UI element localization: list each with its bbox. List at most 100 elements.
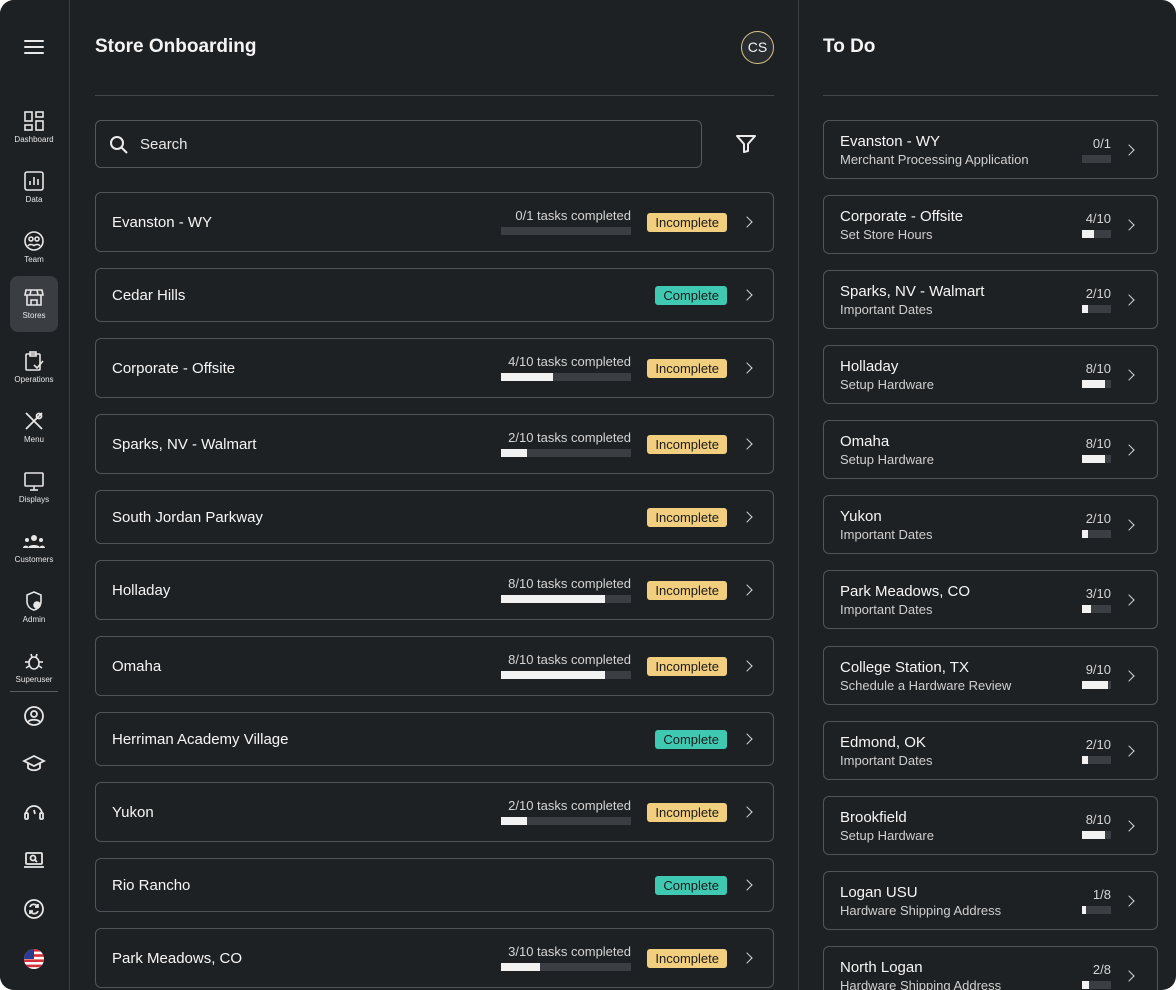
store-card[interactable]: Herriman Academy Village Complete bbox=[95, 712, 774, 766]
todo-item[interactable]: Evanston - WY Merchant Processing Applic… bbox=[823, 120, 1158, 179]
todo-task-name: Set Store Hours bbox=[840, 227, 933, 242]
store-name: Park Meadows, CO bbox=[112, 950, 243, 967]
chevron-right-icon bbox=[1123, 745, 1135, 757]
clipboard-check-icon bbox=[25, 351, 44, 371]
progress-fill bbox=[1082, 981, 1090, 989]
task-count-text: 8/10 tasks completed bbox=[508, 652, 631, 667]
search-input[interactable] bbox=[140, 131, 680, 157]
todo-count: 2/10 bbox=[1085, 737, 1111, 752]
todo-task-name: Schedule a Hardware Review bbox=[840, 678, 1012, 693]
sync-icon[interactable] bbox=[22, 897, 46, 921]
store-card[interactable]: Holladay 8/10 tasks completed Incomplete bbox=[95, 560, 774, 620]
status-badge: Complete bbox=[655, 730, 727, 749]
store-card[interactable]: Rio Rancho Complete bbox=[95, 858, 774, 912]
support-headset-icon[interactable] bbox=[22, 800, 46, 824]
header-divider bbox=[95, 95, 774, 96]
todo-task-name: Merchant Processing Application bbox=[840, 152, 1029, 167]
todo-item[interactable]: Edmond, OK Important Dates 2/10 bbox=[823, 721, 1158, 780]
progress-bar bbox=[1082, 305, 1111, 313]
progress-bar bbox=[1082, 756, 1111, 764]
todo-count: 9/10 bbox=[1085, 662, 1111, 677]
progress-bar bbox=[501, 817, 631, 825]
sidebar-item-superuser[interactable]: Superuser bbox=[10, 640, 58, 696]
progress-bar bbox=[1082, 380, 1111, 388]
chevron-right-icon bbox=[1123, 144, 1135, 156]
todo-item[interactable]: Sparks, NV - Walmart Important Dates 2/1… bbox=[823, 270, 1158, 329]
store-card[interactable]: Evanston - WY 0/1 tasks completed Incomp… bbox=[95, 192, 774, 252]
todo-task-name: Important Dates bbox=[840, 753, 933, 768]
chevron-right-icon bbox=[1123, 594, 1135, 606]
progress-fill bbox=[1082, 681, 1109, 689]
store-card[interactable]: Park Meadows, CO 3/10 tasks completed In… bbox=[95, 928, 774, 988]
task-count-text: 3/10 tasks completed bbox=[508, 944, 631, 959]
chevron-right-icon bbox=[1123, 670, 1135, 682]
todo-item[interactable]: Brookfield Setup Hardware 8/10 bbox=[823, 796, 1158, 855]
todo-count: 8/10 bbox=[1085, 812, 1111, 827]
todo-item[interactable]: North Logan Hardware Shipping Address 2/… bbox=[823, 946, 1158, 990]
sidebar-item-menu[interactable]: Menu bbox=[10, 400, 58, 456]
store-card[interactable]: Cedar Hills Complete bbox=[95, 268, 774, 322]
todo-count: 4/10 bbox=[1085, 211, 1111, 226]
progress-bar bbox=[1082, 530, 1111, 538]
todo-task-name: Setup Hardware bbox=[840, 377, 934, 392]
chevron-right-icon bbox=[741, 660, 753, 672]
store-name: Cedar Hills bbox=[112, 287, 186, 304]
sidebar-item-admin[interactable]: Admin bbox=[10, 580, 58, 636]
progress-bar bbox=[501, 373, 631, 381]
store-card[interactable]: Sparks, NV - Walmart 2/10 tasks complete… bbox=[95, 414, 774, 474]
progress-bar bbox=[501, 595, 631, 603]
sidebar-item-label: Stores bbox=[22, 311, 46, 320]
chevron-right-icon bbox=[741, 289, 753, 301]
sidebar-item-label: Menu bbox=[23, 435, 44, 444]
graduation-cap-icon[interactable] bbox=[22, 752, 46, 776]
store-name: Sparks, NV - Walmart bbox=[112, 436, 257, 453]
todo-item[interactable]: Holladay Setup Hardware 8/10 bbox=[823, 345, 1158, 404]
progress-fill bbox=[501, 817, 527, 825]
sidebar-item-team[interactable]: Team bbox=[10, 220, 58, 276]
todo-task-name: Important Dates bbox=[840, 602, 933, 617]
store-name: Herriman Academy Village bbox=[112, 731, 289, 748]
todo-item[interactable]: Omaha Setup Hardware 8/10 bbox=[823, 420, 1158, 479]
todo-task-name: Important Dates bbox=[840, 527, 933, 542]
sidebar-item-dashboard[interactable]: Dashboard bbox=[10, 100, 58, 156]
avatar[interactable]: CS bbox=[741, 31, 774, 64]
hamburger-icon[interactable] bbox=[24, 40, 44, 54]
laptop-icon[interactable] bbox=[22, 848, 46, 872]
sidebar-item-operations[interactable]: Operations bbox=[10, 340, 58, 396]
todo-store-name: Evanston - WY bbox=[840, 133, 941, 150]
store-card[interactable]: Yukon 2/10 tasks completed Incomplete bbox=[95, 782, 774, 842]
store-name: Omaha bbox=[112, 658, 162, 675]
sidebar-item-customers[interactable]: Customers bbox=[10, 520, 58, 576]
progress-bar bbox=[1082, 455, 1111, 463]
store-card[interactable]: Corporate - Offsite 4/10 tasks completed… bbox=[95, 338, 774, 398]
progress-bar bbox=[1082, 906, 1111, 914]
task-count-text: 0/1 tasks completed bbox=[515, 208, 631, 223]
task-count-text: 8/10 tasks completed bbox=[508, 576, 631, 591]
progress-bar bbox=[1082, 155, 1111, 163]
chevron-right-icon bbox=[741, 438, 753, 450]
sidebar-item-stores[interactable]: Stores bbox=[10, 276, 58, 332]
filter-icon[interactable] bbox=[735, 134, 757, 154]
sidebar-item-data[interactable]: Data bbox=[10, 160, 58, 216]
progress-fill bbox=[1082, 455, 1106, 463]
task-count-text: 4/10 tasks completed bbox=[508, 354, 631, 369]
account-icon[interactable] bbox=[22, 704, 46, 728]
progress-fill bbox=[501, 373, 553, 381]
chevron-right-icon bbox=[741, 511, 753, 523]
us-flag-icon[interactable] bbox=[22, 947, 46, 971]
todo-item[interactable]: College Station, TX Schedule a Hardware … bbox=[823, 646, 1158, 705]
shield-user-icon bbox=[26, 591, 42, 611]
store-name: Rio Rancho bbox=[112, 877, 191, 894]
store-icon bbox=[24, 289, 44, 306]
store-card[interactable]: Omaha 8/10 tasks completed Incomplete bbox=[95, 636, 774, 696]
status-badge: Incomplete bbox=[647, 508, 727, 527]
todo-item[interactable]: Park Meadows, CO Important Dates 3/10 bbox=[823, 570, 1158, 629]
store-card[interactable]: South Jordan Parkway Incomplete bbox=[95, 490, 774, 544]
todo-count: 8/10 bbox=[1085, 436, 1111, 451]
todo-item[interactable]: Logan USU Hardware Shipping Address 1/8 bbox=[823, 871, 1158, 930]
todo-item[interactable]: Corporate - Offsite Set Store Hours 4/10 bbox=[823, 195, 1158, 254]
todo-store-name: Yukon bbox=[840, 508, 882, 525]
todo-item[interactable]: Yukon Important Dates 2/10 bbox=[823, 495, 1158, 554]
sidebar-item-displays[interactable]: Displays bbox=[10, 460, 58, 516]
status-badge: Incomplete bbox=[647, 213, 727, 232]
